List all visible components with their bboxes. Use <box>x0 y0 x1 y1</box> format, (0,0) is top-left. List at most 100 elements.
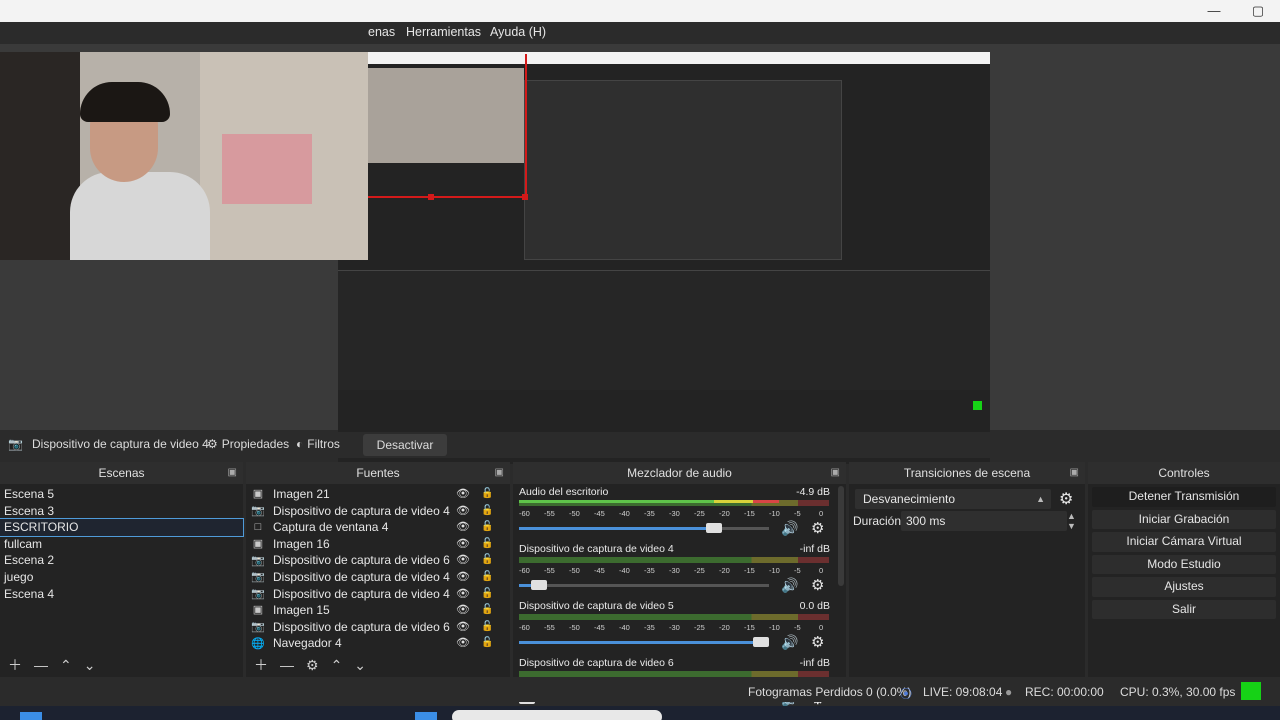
lock-icon[interactable]: 🔓 <box>481 602 493 619</box>
lock-icon[interactable]: 🔓 <box>481 552 493 569</box>
scene-item[interactable]: ESCRITORIO <box>0 518 244 537</box>
deactivate-button[interactable]: Desactivar <box>363 434 447 456</box>
control-button[interactable]: Iniciar Grabación <box>1092 509 1276 529</box>
scene-item[interactable]: juego <box>0 569 243 586</box>
lock-icon[interactable]: 🔓 <box>481 586 493 603</box>
gear-icon[interactable]: ⚙ <box>811 519 824 537</box>
scene-item[interactable]: Escena 3 <box>0 503 243 520</box>
maximize-icon[interactable]: ▢ <box>1246 2 1270 20</box>
control-button[interactable]: Ajustes <box>1092 577 1276 597</box>
remove-icon[interactable]: — <box>34 657 48 673</box>
volume-slider-knob[interactable] <box>530 580 547 590</box>
source-item[interactable]: 📷 Dispositivo de captura de video 4 👁 🔓 <box>246 586 510 603</box>
preview-canvas[interactable] <box>0 44 1280 464</box>
duration-input[interactable]: 300 ms <box>901 511 1067 531</box>
source-item[interactable]: 📷 Dispositivo de captura de video 4 👁 🔓 <box>246 569 510 586</box>
move-up-icon[interactable]: ⌃ <box>331 657 343 674</box>
eye-icon[interactable]: 👁 <box>456 503 470 520</box>
lock-icon[interactable]: 🔓 <box>481 569 493 586</box>
control-button[interactable]: Modo Estudio <box>1092 554 1276 574</box>
cpu-fps: CPU: 0.3%, 30.00 fps <box>1120 685 1236 699</box>
volume-slider-fill <box>519 584 532 587</box>
start-icon[interactable] <box>20 712 42 720</box>
volume-slider[interactable] <box>519 523 769 533</box>
scene-item[interactable]: Escena 2 <box>0 552 243 569</box>
remove-icon[interactable]: — <box>280 657 294 673</box>
source-item[interactable]: ▣ Imagen 15 👁 🔓 <box>246 602 510 619</box>
gear-icon[interactable]: ⚙ <box>306 657 319 674</box>
bounding-box-handle[interactable] <box>428 194 434 200</box>
volume-meter <box>519 614 829 620</box>
scene-item[interactable]: Escena 5 <box>0 486 243 503</box>
webcam-feed[interactable] <box>0 52 368 260</box>
lock-icon[interactable]: 🔓 <box>481 519 493 536</box>
menu-ayuda[interactable]: Ayuda (H) <box>490 25 546 39</box>
title-bar: — ▢ <box>0 0 1280 22</box>
control-button[interactable]: Iniciar Cámara Virtual <box>1092 532 1276 552</box>
taskbar-search[interactable] <box>452 710 662 720</box>
nested-health-indicator <box>973 401 982 410</box>
eye-icon[interactable]: 👁 <box>456 602 470 619</box>
volume-slider[interactable] <box>519 580 769 590</box>
source-item[interactable]: ▣ Imagen 21 👁 🔓 <box>246 486 510 503</box>
source-item[interactable]: 📷 Dispositivo de captura de video 6 👁 🔓 <box>246 619 510 636</box>
source-item[interactable]: 📷 Dispositivo de captura de video 4 👁 🔓 <box>246 503 510 520</box>
gear-icon[interactable]: ⚙ <box>811 576 824 594</box>
gear-icon[interactable]: ⚙ <box>811 633 824 651</box>
eye-icon[interactable]: 👁 <box>456 552 470 569</box>
speaker-icon[interactable]: 🔊 <box>781 520 798 537</box>
meter-tick-label: -5 <box>794 566 801 575</box>
gear-icon: ⚙ <box>207 437 218 451</box>
mixer-scrollbar[interactable] <box>838 486 844 586</box>
eye-icon[interactable]: 👁 <box>456 519 470 536</box>
eye-icon[interactable]: 👁 <box>456 619 470 636</box>
eye-icon[interactable]: 👁 <box>456 586 470 603</box>
menu-herramientas[interactable]: Herramientas <box>406 25 481 39</box>
add-icon[interactable]: ＋ <box>254 655 268 675</box>
source-item[interactable]: □ Captura de ventana 4 👁 🔓 <box>246 519 510 536</box>
speaker-icon[interactable]: 🔊 <box>781 634 798 651</box>
undock-icon[interactable]: ▣ <box>228 462 237 484</box>
undock-icon[interactable]: ▣ <box>831 462 840 484</box>
volume-slider-knob[interactable] <box>753 637 769 647</box>
move-down-icon[interactable]: ⌄ <box>84 657 96 674</box>
gear-icon[interactable]: ⚙ <box>1059 489 1073 509</box>
filters-button[interactable]: ◐ Filtros <box>296 437 340 451</box>
move-down-icon[interactable]: ⌄ <box>354 657 366 674</box>
source-label: Dispositivo de captura de video 4 <box>273 586 450 601</box>
speaker-icon[interactable]: 🔊 <box>781 577 798 594</box>
eye-icon[interactable]: 👁 <box>456 536 470 553</box>
lock-icon[interactable]: 🔓 <box>481 486 493 503</box>
scene-item[interactable]: fullcam <box>0 536 243 553</box>
scene-item[interactable]: Escena 4 <box>0 586 243 603</box>
source-item[interactable]: ▣ Imagen 16 👁 🔓 <box>246 536 510 553</box>
source-item[interactable]: 🌐 Navegador 4 👁 🔓 <box>246 635 510 652</box>
move-up-icon[interactable]: ⌃ <box>60 657 72 674</box>
lock-icon[interactable]: 🔓 <box>481 536 493 553</box>
control-button[interactable]: Detener Transmisión <box>1092 487 1276 507</box>
undock-icon[interactable]: ▣ <box>1070 462 1079 484</box>
windows-icon[interactable] <box>415 712 437 720</box>
properties-button[interactable]: ⚙ Propiedades <box>207 437 289 451</box>
duration-stepper-icon[interactable]: ▲ ▼ <box>1067 511 1076 531</box>
undock-icon[interactable]: ▣ <box>495 462 504 484</box>
source-item[interactable]: 📷 Dispositivo de captura de video 6 👁 🔓 <box>246 552 510 569</box>
eye-icon[interactable]: 👁 <box>456 635 470 652</box>
channel-name: Dispositivo de captura de video 4 <box>519 543 674 555</box>
minimize-icon[interactable]: — <box>1202 2 1226 20</box>
volume-slider-knob[interactable] <box>706 523 723 533</box>
transitions-title: Transiciones de escena <box>903 466 1031 480</box>
control-button[interactable]: Salir <box>1092 599 1276 619</box>
lock-icon[interactable]: 🔓 <box>481 635 493 652</box>
lock-icon[interactable]: 🔓 <box>481 619 493 636</box>
live-broadcast-icon: ⦿ <box>900 687 913 701</box>
volume-slider[interactable] <box>519 637 769 647</box>
eye-icon[interactable]: 👁 <box>456 569 470 586</box>
bounding-box-handle[interactable] <box>522 194 528 200</box>
eye-icon[interactable]: 👁 <box>456 486 470 503</box>
menu-escenas[interactable]: enas <box>368 25 395 39</box>
lock-icon[interactable]: 🔓 <box>481 503 493 520</box>
transition-select[interactable]: Desvanecimiento▲▼ <box>855 489 1051 524</box>
meter-tick-label: -45 <box>594 566 605 575</box>
add-icon[interactable]: ＋ <box>8 655 22 675</box>
